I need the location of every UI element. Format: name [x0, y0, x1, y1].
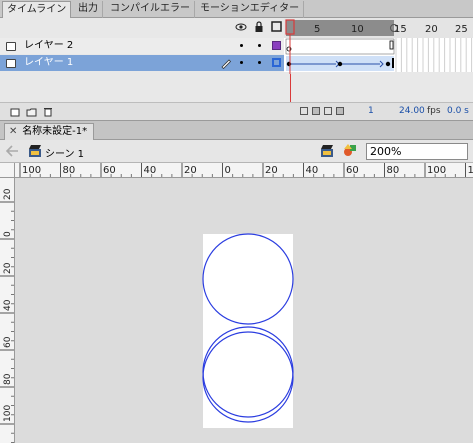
visibility-dot[interactable]: [240, 61, 243, 64]
ruler-tick-label: 20: [3, 262, 13, 274]
eye-icon[interactable]: [235, 21, 247, 33]
document-tab-label: 名称未設定-1*: [22, 126, 88, 137]
app-window: タイムライン 出力 コンパイルエラー モーションエディター レイヤー 2 レイヤ…: [0, 0, 473, 443]
new-folder-icon[interactable]: [26, 107, 37, 117]
tab-motion-editor-label: モーションエディター: [200, 3, 300, 14]
edit-bar: シーン 1 200%: [0, 140, 473, 163]
layer-color-swatch[interactable]: [272, 41, 281, 50]
onion-skin-buttons[interactable]: [300, 107, 348, 117]
circle-shape[interactable]: [202, 326, 294, 418]
ruler-tick-label: 60: [3, 336, 13, 348]
lock-icon[interactable]: [254, 21, 264, 33]
ruler-tick-label: 0: [225, 165, 231, 176]
trash-icon[interactable]: [43, 106, 53, 117]
current-frame[interactable]: 1: [368, 106, 374, 116]
ruler-corner: [0, 163, 15, 178]
close-icon[interactable]: ✕: [9, 124, 19, 139]
ruler-tick-label: 80: [63, 165, 76, 176]
ruler-tick-label: 20: [3, 188, 13, 200]
edit-scene-icon[interactable]: [320, 144, 334, 158]
scene-label[interactable]: シーン 1: [45, 145, 84, 160]
tab-output-label: 出力: [78, 3, 98, 14]
layer-name[interactable]: レイヤー 1: [24, 55, 73, 71]
document-tab-bar: ✕ 名称未設定-1*: [0, 120, 473, 140]
panel-tab-bar: タイムライン 出力 コンパイルエラー モーションエディター: [0, 0, 473, 18]
ruler-tick-label: 100: [22, 165, 41, 176]
ruler-tick-label: 100: [427, 165, 446, 176]
elapsed-time: 0.0 s: [447, 106, 469, 116]
tab-timeline-label: タイムライン: [7, 4, 67, 15]
horizontal-ruler: 10080604020020406080100120140: [15, 163, 473, 178]
ruler-tick-label: 100: [3, 405, 13, 422]
layer-name[interactable]: レイヤー 2: [24, 38, 73, 54]
ruler-tick-label: 60: [346, 165, 359, 176]
fps-unit: fps: [427, 106, 441, 116]
back-arrow-icon[interactable]: [6, 145, 19, 157]
visibility-dot[interactable]: [240, 44, 243, 47]
layer-color-swatch[interactable]: [272, 58, 281, 67]
timeline-bottom-bar: 1 24.00 fps 0.0 s: [0, 102, 473, 120]
frame-number: 25: [455, 24, 468, 35]
layer-row[interactable]: レイヤー 2: [0, 38, 284, 54]
frames-area[interactable]: 5 10 15 20 25: [284, 18, 473, 74]
lock-dot[interactable]: [258, 61, 261, 64]
ruler-tick-label: 80: [3, 373, 13, 385]
ruler-tick-label: 120: [468, 165, 473, 176]
outline-icon[interactable]: [271, 21, 282, 32]
layer-row[interactable]: レイヤー 1: [0, 55, 284, 71]
ruler-tick-label: 40: [3, 299, 13, 311]
tab-compile-errors-label: コンパイルエラー: [110, 3, 190, 14]
ruler-tick-label: 20: [265, 165, 278, 176]
document-tab[interactable]: ✕ 名称未設定-1*: [4, 123, 95, 140]
circle-shape[interactable]: [202, 233, 294, 325]
ruler-tick-label: 0: [3, 231, 13, 237]
tab-motion-editor[interactable]: モーションエディター: [196, 1, 305, 18]
zoom-input[interactable]: 200%: [366, 143, 468, 160]
ruler-tick-label: 20: [184, 165, 197, 176]
ruler-tick-label: 40: [144, 165, 157, 176]
frame-number: 20: [425, 24, 438, 35]
frame-number: 10: [351, 24, 364, 35]
tab-compile-errors[interactable]: コンパイルエラー: [106, 1, 195, 18]
tab-timeline[interactable]: タイムライン: [2, 1, 72, 18]
pencil-icon: [221, 59, 232, 69]
scene-icon: [29, 145, 41, 157]
drawing-shapes[interactable]: [200, 230, 300, 430]
frame-number: 15: [394, 24, 407, 35]
ruler-tick-label: 40: [306, 165, 319, 176]
edit-symbols-icon[interactable]: [343, 143, 358, 158]
layer-header: [0, 18, 284, 38]
frame-rate[interactable]: 24.00: [399, 106, 425, 116]
layer-icon: [6, 42, 16, 51]
vertical-ruler: 20 0 20 40 60 80 100: [0, 178, 15, 443]
frame-number: 5: [314, 24, 320, 35]
zoom-value: 200%: [370, 145, 402, 158]
tab-output[interactable]: 出力: [74, 1, 103, 18]
lock-dot[interactable]: [258, 44, 261, 47]
layer-icon: [6, 59, 16, 68]
new-layer-icon[interactable]: [10, 107, 20, 117]
ruler-tick-label: 60: [103, 165, 116, 176]
ruler-tick-label: 80: [387, 165, 400, 176]
